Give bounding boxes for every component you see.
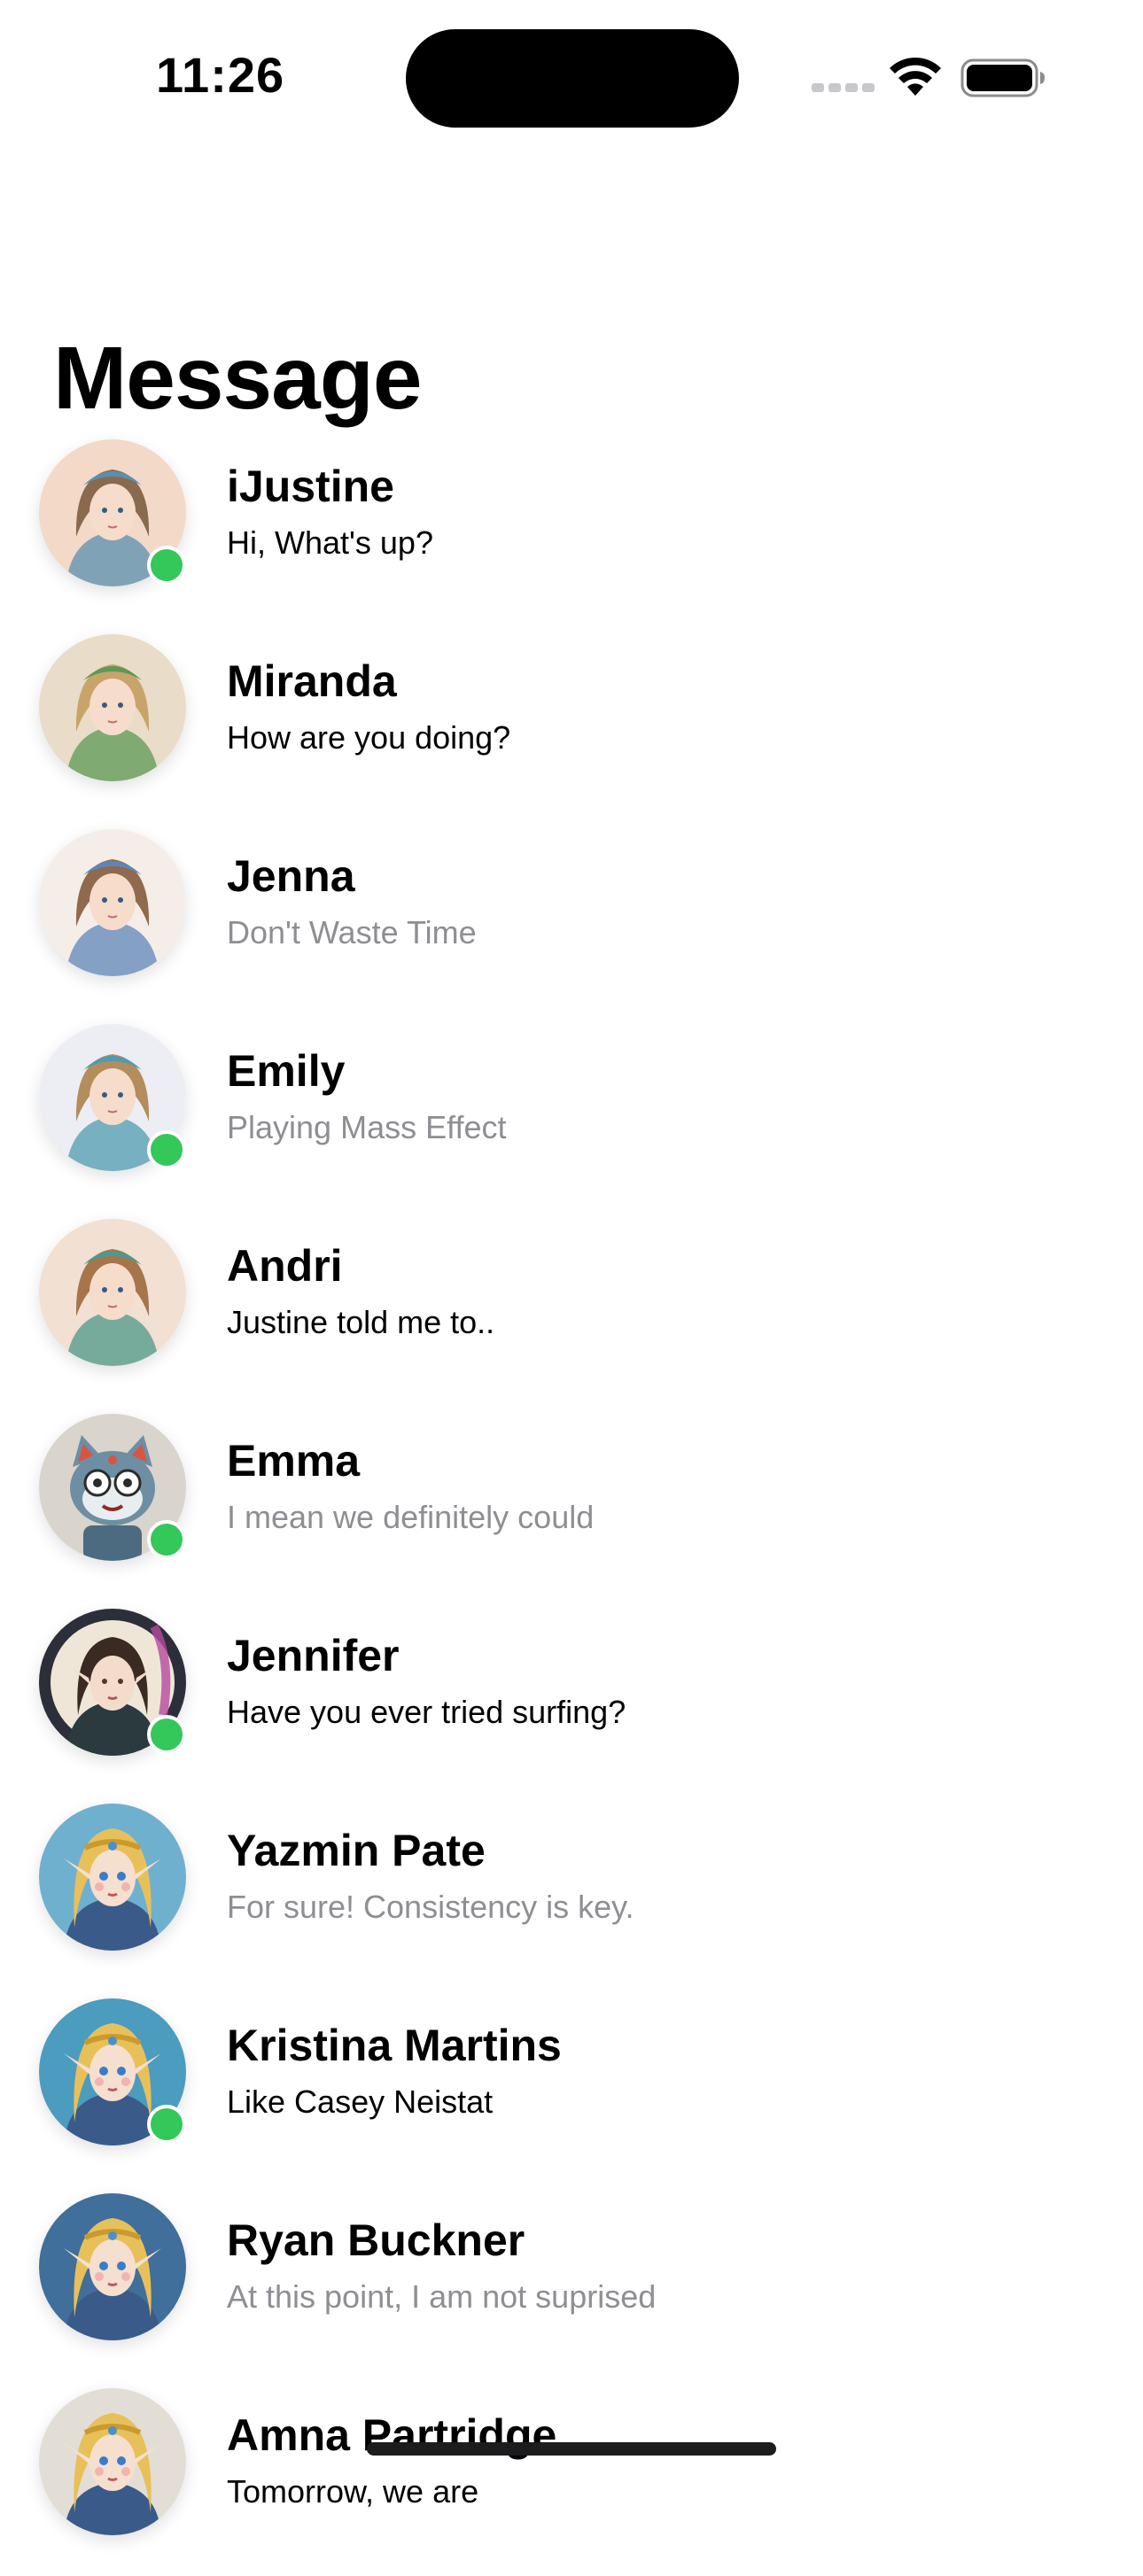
contact-name: Jenna — [227, 851, 355, 901]
status-bar: 11:26 — [0, 0, 1143, 151]
conversation-row[interactable]: Emily Playing Mass Effect — [0, 1017, 1143, 1212]
message-preview: Like Casey Neistat — [227, 2083, 494, 2120]
contact-name: Ryan Buckner — [227, 2215, 525, 2265]
message-preview: For sure! Consistency is key. — [227, 1889, 634, 1925]
online-status-dot — [147, 546, 186, 585]
cellular-signal-icon — [812, 83, 875, 92]
avatar[interactable] — [39, 829, 186, 976]
conversation-row[interactable]: Kristina Martins Like Casey Neistat — [0, 1991, 1143, 2186]
conversation-row[interactable]: Ryan Buckner At this point, I am not supr… — [0, 2186, 1143, 2381]
online-status-dot — [147, 1715, 186, 1754]
avatar[interactable] — [39, 1219, 186, 1366]
battery-icon — [960, 58, 1045, 97]
home-indicator[interactable] — [367, 2442, 776, 2456]
online-status-dot — [147, 1520, 186, 1559]
avatar[interactable] — [39, 634, 186, 781]
message-preview: Don't Waste Time — [227, 914, 477, 950]
message-preview: Hi, What's up? — [227, 524, 433, 561]
status-time: 11:26 — [156, 47, 285, 103]
page-title: Message — [53, 329, 422, 428]
conversation-row[interactable]: Yazmin Pate For sure! Consistency is key. — [0, 1796, 1143, 1991]
contact-name: Andri — [227, 1241, 343, 1291]
conversation-row[interactable]: iJustine Hi, What's up? — [0, 432, 1143, 627]
contact-name: iJustine — [227, 462, 394, 511]
contact-name: Emily — [227, 1046, 346, 1096]
message-preview: Justine told me to.. — [227, 1304, 495, 1340]
avatar[interactable] — [39, 1804, 186, 1951]
message-preview: I mean we definitely could — [227, 1499, 595, 1535]
online-status-dot — [147, 1130, 186, 1169]
conversation-row[interactable]: Miranda How are you doing? — [0, 627, 1143, 822]
message-preview: Have you ever tried surfing? — [227, 1694, 626, 1730]
conversation-row[interactable]: Jenna Don't Waste Time — [0, 822, 1143, 1017]
avatar[interactable] — [39, 2193, 186, 2340]
conversation-row[interactable]: Andri Justine told me to.. — [0, 1212, 1143, 1407]
message-preview: Playing Mass Effect — [227, 1109, 507, 1145]
contact-name: Miranda — [227, 656, 397, 706]
contact-name: Emma — [227, 1436, 361, 1486]
conversation-row[interactable]: Emma I mean we definitely could — [0, 1407, 1143, 1602]
avatar[interactable] — [39, 2388, 186, 2535]
dynamic-island — [406, 29, 739, 128]
conversation-row[interactable]: Jennifer Have you ever tried surfing? — [0, 1602, 1143, 1796]
conversation-list: iJustine Hi, What's up? Miranda How are yo… — [0, 432, 1143, 2576]
message-preview: How are you doing? — [227, 719, 511, 756]
contact-name: Kristina Martins — [227, 2021, 562, 2070]
conversation-row[interactable]: Amna Partridge Tomorrow, we are — [0, 2381, 1143, 2576]
contact-name: Jennifer — [227, 1631, 400, 1680]
message-preview: Tomorrow, we are — [227, 2473, 479, 2510]
wifi-icon — [890, 57, 941, 96]
message-preview: At this point, I am not suprised — [227, 2278, 657, 2315]
online-status-dot — [147, 2105, 186, 2144]
contact-name: Yazmin Pate — [227, 1826, 486, 1875]
